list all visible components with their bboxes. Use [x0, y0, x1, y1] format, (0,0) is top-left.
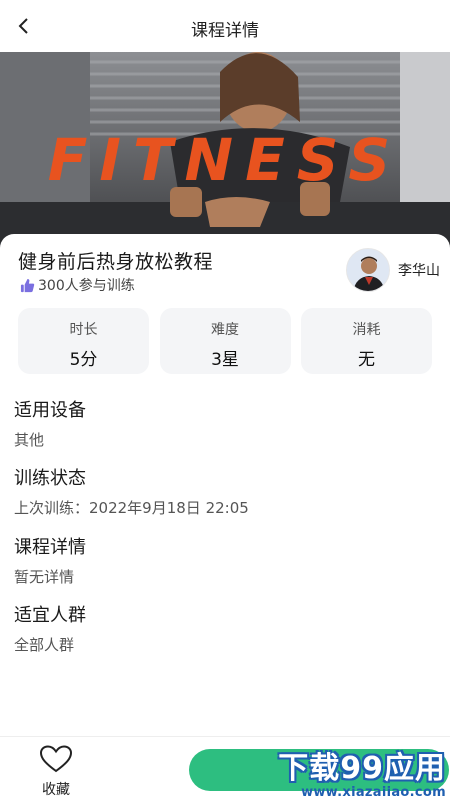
participants-label: 300人参与训练	[38, 278, 135, 294]
section-title: 课程详情	[14, 537, 86, 558]
section-title: 适宜人群	[14, 605, 86, 626]
stat-label: 难度	[211, 322, 239, 338]
watermark-sub: www.xiazaiiao.com	[301, 785, 446, 800]
coach-name: 李华山	[398, 263, 440, 279]
section-title: 适用设备	[14, 400, 86, 421]
stat-label: 时长	[69, 322, 98, 338]
top-bar: 课程详情	[0, 0, 450, 52]
bottom-bar: 收藏 开 下载99应用 www.xiazaiiao.com	[0, 736, 450, 800]
section-value: 上次训练：2022年9月18日 22:05	[14, 499, 249, 517]
stat-difficulty: 难度 3星	[159, 308, 291, 374]
thumbs-up-icon	[20, 278, 35, 292]
coach-info[interactable]: 李华山	[346, 248, 440, 292]
section-value: 全部人群	[14, 636, 75, 654]
stat-duration: 时长 5分	[18, 308, 149, 374]
favorite-button[interactable]: 收藏	[30, 745, 82, 799]
section-title: 训练状态	[14, 468, 86, 489]
stat-value: 3星	[211, 350, 239, 370]
stat-label: 消耗	[352, 322, 381, 338]
section-course-details: 课程详情 暂无详情	[14, 533, 86, 587]
stat-calories: 消耗 无	[301, 308, 432, 374]
favorite-label: 收藏	[42, 782, 70, 798]
section-value: 其他	[14, 431, 45, 449]
stat-value: 5分	[69, 350, 98, 370]
heart-icon	[39, 745, 73, 773]
page-title: 课程详情	[191, 21, 259, 41]
hero-text: FITNESS	[48, 126, 402, 194]
section-equipment: 适用设备 其他	[14, 396, 86, 450]
watermark-main: 下载99应用	[278, 751, 446, 786]
course-cover-image: FITNESS	[0, 52, 450, 252]
section-target-audience: 适宜人群 全部人群	[14, 601, 86, 655]
course-title: 健身前后热身放松教程	[18, 251, 214, 273]
stats-row: 时长 5分 难度 3星 消耗 无	[18, 308, 432, 374]
watermark: 下载99应用 www.xiazaiiao.com	[274, 743, 446, 800]
section-value: 暂无详情	[14, 568, 75, 586]
section-training-status: 训练状态 上次训练：2022年9月18日 22:05	[14, 464, 249, 518]
course-info-card: 健身前后热身放松教程 300人参与训练 李华山 时长 5分 难度 3星 消耗 无…	[0, 234, 450, 754]
coach-avatar[interactable]	[346, 248, 390, 292]
participants-count: 300人参与训练	[20, 275, 135, 295]
stat-value: 无	[358, 350, 375, 370]
